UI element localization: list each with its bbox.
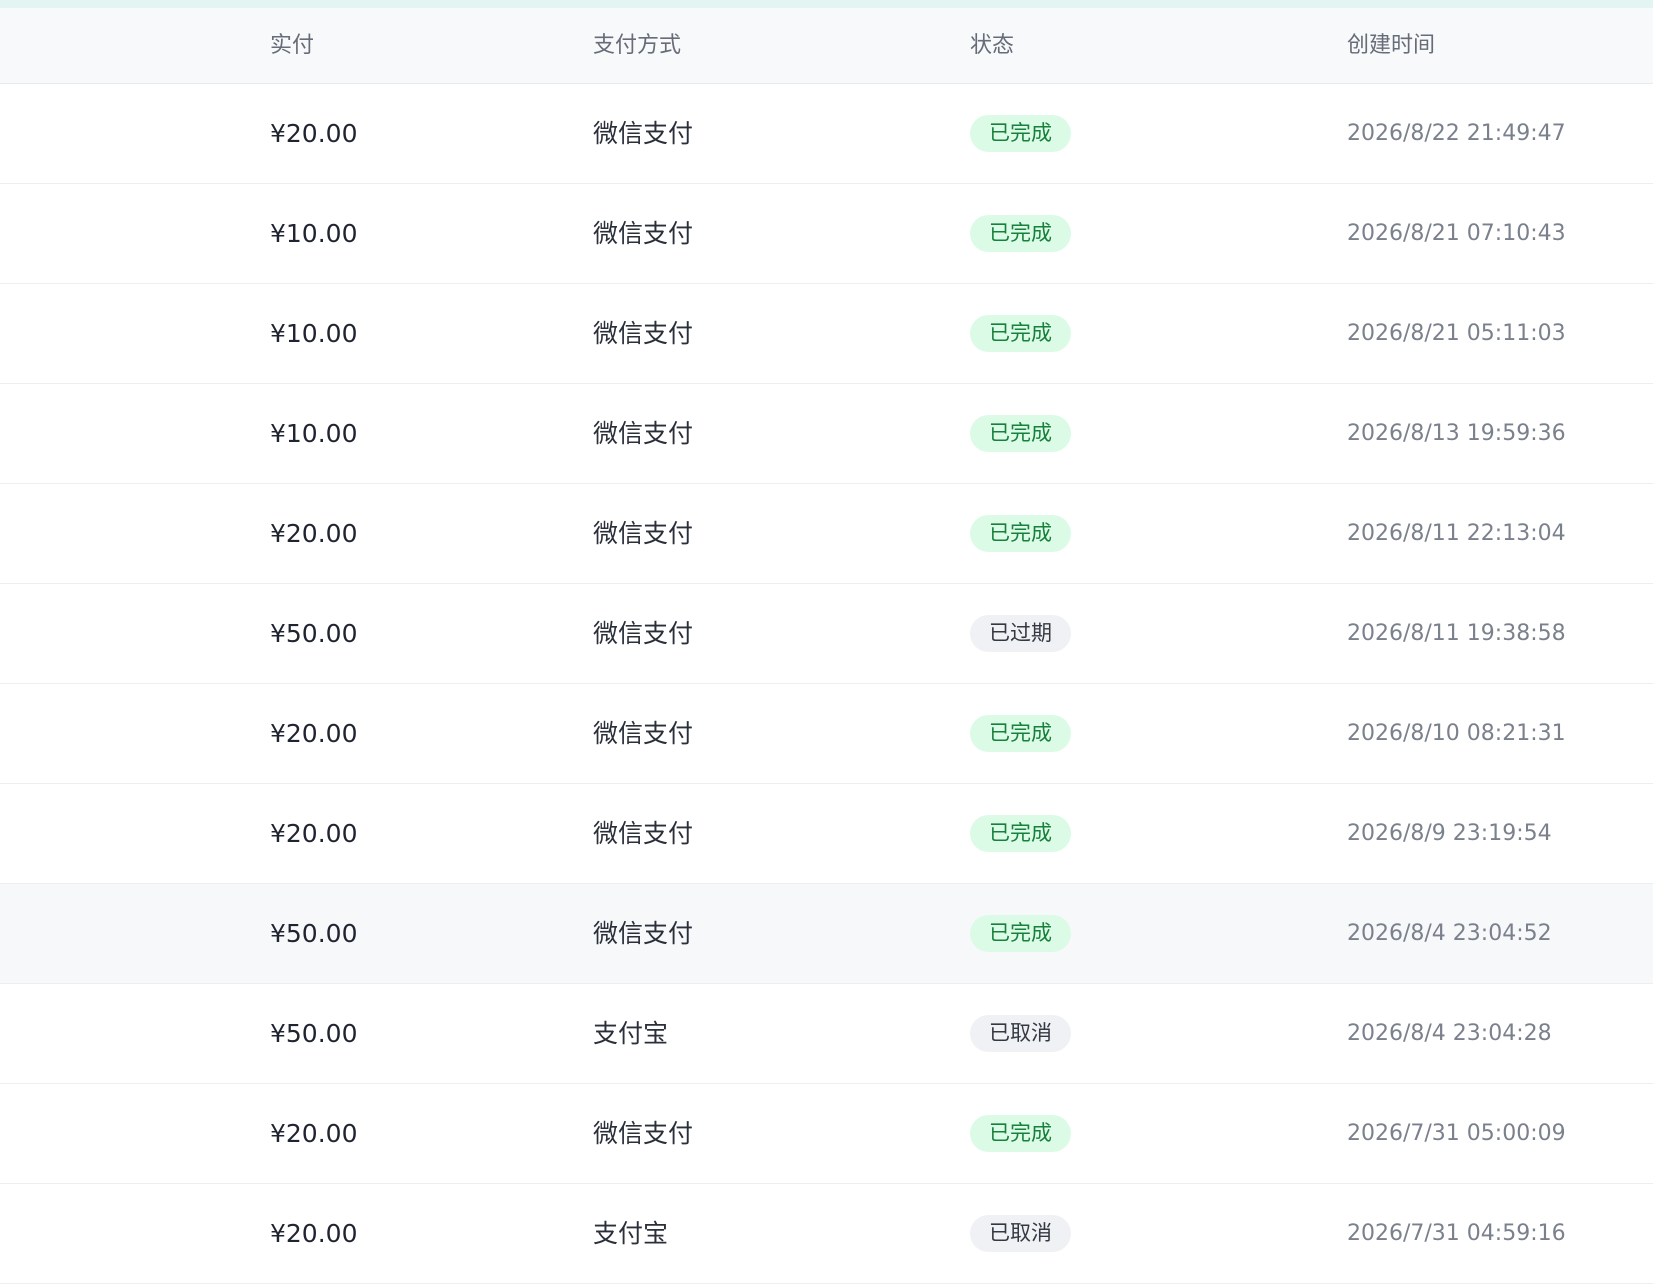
amount-cell: ¥10.00 [270, 219, 358, 248]
status-badge: 已过期 [970, 614, 1071, 652]
status-badge: 已完成 [970, 214, 1071, 252]
amount-cell: ¥50.00 [270, 619, 358, 648]
status-cell: 已完成 [970, 484, 1071, 583]
created-time-cell: 2026/7/31 05:00:09 [1347, 1121, 1566, 1146]
amount-cell: ¥20.00 [270, 1119, 358, 1148]
payment-method-cell: 微信支付 [593, 419, 694, 448]
status-cell: 已取消 [970, 984, 1071, 1083]
created-time-cell: 2026/8/4 23:04:52 [1347, 921, 1552, 946]
table-row[interactable]: ¥50.00 微信支付 已完成 2026/8/4 23:04:52 [0, 884, 1653, 984]
status-cell: 已完成 [970, 384, 1071, 483]
status-badge: 已完成 [970, 1114, 1071, 1152]
status-cell: 已完成 [970, 784, 1071, 883]
table-row[interactable]: ¥20.00 微信支付 已完成 2026/8/22 21:49:47 [0, 84, 1653, 184]
status-badge: 已完成 [970, 114, 1071, 152]
table-row[interactable]: ¥20.00 微信支付 已完成 2026/7/31 05:00:09 [0, 1084, 1653, 1184]
orders-table: 实付 支付方式 状态 创建时间 ¥20.00 微信支付 已完成 2026/8/22 2… [0, 8, 1653, 1284]
created-time-cell: 2026/8/9 23:19:54 [1347, 821, 1552, 846]
payment-method-cell: 微信支付 [593, 119, 694, 148]
status-badge: 已取消 [970, 1214, 1071, 1252]
table-header: 实付 支付方式 状态 创建时间 [0, 8, 1653, 84]
table-row[interactable]: ¥50.00 微信支付 已过期 2026/8/11 19:38:58 [0, 584, 1653, 684]
created-time-cell: 2026/8/22 21:49:47 [1347, 121, 1566, 146]
top-accent-bar [0, 0, 1653, 8]
amount-cell: ¥20.00 [270, 819, 358, 848]
amount-cell: ¥20.00 [270, 719, 358, 748]
amount-cell: ¥50.00 [270, 919, 358, 948]
amount-cell: ¥50.00 [270, 1019, 358, 1048]
status-badge: 已完成 [970, 814, 1071, 852]
amount-cell: ¥10.00 [270, 419, 358, 448]
payment-method-cell: 微信支付 [593, 1119, 694, 1148]
table-row[interactable]: ¥10.00 微信支付 已完成 2026/8/21 07:10:43 [0, 184, 1653, 284]
table-row[interactable]: ¥50.00 支付宝 已取消 2026/8/4 23:04:28 [0, 984, 1653, 1084]
payment-method-cell: 微信支付 [593, 719, 694, 748]
table-row[interactable]: ¥20.00 支付宝 已取消 2026/7/31 04:59:16 [0, 1184, 1653, 1284]
status-cell: 已过期 [970, 584, 1071, 683]
amount-cell: ¥20.00 [270, 519, 358, 548]
created-time-cell: 2026/7/31 04:59:16 [1347, 1221, 1566, 1246]
amount-cell: ¥20.00 [270, 1219, 358, 1248]
status-badge: 已完成 [970, 714, 1071, 752]
table-body: ¥20.00 微信支付 已完成 2026/8/22 21:49:47 ¥10.00 微信支… [0, 84, 1653, 1284]
created-time-cell: 2026/8/13 19:59:36 [1347, 421, 1566, 446]
status-badge: 已取消 [970, 1014, 1071, 1052]
payment-method-cell: 微信支付 [593, 319, 694, 348]
created-time-cell: 2026/8/11 22:13:04 [1347, 521, 1566, 546]
payment-method-cell: 支付宝 [593, 1219, 669, 1248]
column-header-created-time[interactable]: 创建时间 [1347, 8, 1435, 83]
column-header-status[interactable]: 状态 [970, 8, 1014, 83]
payment-method-cell: 微信支付 [593, 219, 694, 248]
payment-method-cell: 微信支付 [593, 519, 694, 548]
amount-cell: ¥10.00 [270, 319, 358, 348]
table-row[interactable]: ¥10.00 微信支付 已完成 2026/8/21 05:11:03 [0, 284, 1653, 384]
status-badge: 已完成 [970, 514, 1071, 552]
status-cell: 已完成 [970, 84, 1071, 183]
amount-cell: ¥20.00 [270, 119, 358, 148]
table-row[interactable]: ¥20.00 微信支付 已完成 2026/8/10 08:21:31 [0, 684, 1653, 784]
created-time-cell: 2026/8/21 07:10:43 [1347, 221, 1566, 246]
status-cell: 已完成 [970, 1084, 1071, 1183]
created-time-cell: 2026/8/4 23:04:28 [1347, 1021, 1552, 1046]
table-row[interactable]: ¥20.00 微信支付 已完成 2026/8/11 22:13:04 [0, 484, 1653, 584]
column-header-amount[interactable]: 实付 [270, 8, 314, 83]
status-cell: 已完成 [970, 884, 1071, 983]
created-time-cell: 2026/8/11 19:38:58 [1347, 621, 1566, 646]
status-badge: 已完成 [970, 914, 1071, 952]
column-header-payment-method[interactable]: 支付方式 [593, 8, 681, 83]
payment-method-cell: 微信支付 [593, 919, 694, 948]
payment-method-cell: 微信支付 [593, 819, 694, 848]
status-cell: 已完成 [970, 184, 1071, 283]
status-cell: 已取消 [970, 1184, 1071, 1283]
created-time-cell: 2026/8/21 05:11:03 [1347, 321, 1566, 346]
status-cell: 已完成 [970, 684, 1071, 783]
payment-method-cell: 微信支付 [593, 619, 694, 648]
created-time-cell: 2026/8/10 08:21:31 [1347, 721, 1566, 746]
table-row[interactable]: ¥10.00 微信支付 已完成 2026/8/13 19:59:36 [0, 384, 1653, 484]
table-row[interactable]: ¥20.00 微信支付 已完成 2026/8/9 23:19:54 [0, 784, 1653, 884]
payment-method-cell: 支付宝 [593, 1019, 669, 1048]
status-badge: 已完成 [970, 414, 1071, 452]
status-badge: 已完成 [970, 314, 1071, 352]
status-cell: 已完成 [970, 284, 1071, 383]
